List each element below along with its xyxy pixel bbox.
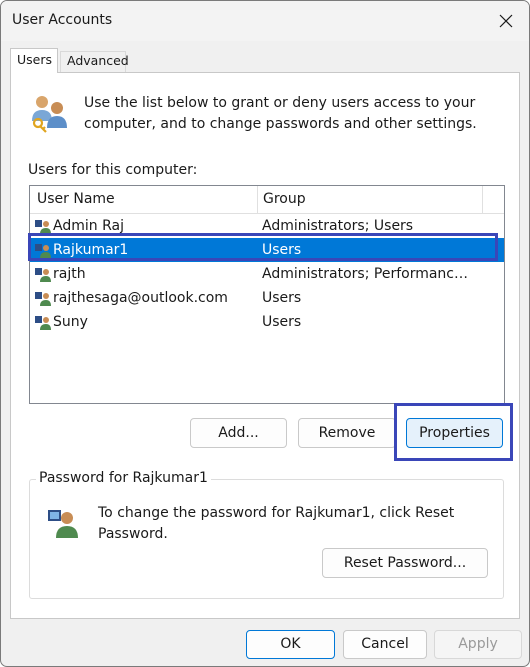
user-group: Users: [262, 314, 302, 330]
title-bar: User Accounts: [1, 1, 529, 41]
close-icon: [499, 14, 513, 28]
cancel-button[interactable]: Cancel: [343, 630, 427, 659]
list-item[interactable]: rajth Administrators; Performance L...: [30, 262, 504, 286]
column-header-username[interactable]: User Name: [37, 186, 253, 213]
remove-button[interactable]: Remove: [298, 418, 396, 448]
users-keys-icon: [32, 96, 67, 133]
users-list[interactable]: User Name Group Admin Raj Administrators…: [29, 185, 505, 404]
password-group-title: Password for Rajkumar1: [36, 470, 211, 486]
user-name: Suny: [53, 314, 88, 330]
column-header-group[interactable]: Group: [263, 186, 488, 213]
list-item-selected[interactable]: Rajkumar1 Users: [30, 238, 504, 262]
list-item[interactable]: rajthesaga@outlook.com Users: [30, 286, 504, 310]
add-button[interactable]: Add...: [190, 418, 287, 448]
properties-button[interactable]: Properties: [406, 418, 503, 448]
user-name: rajth: [53, 266, 86, 282]
user-name: Rajkumar1: [53, 242, 129, 258]
user-group: Users: [262, 242, 302, 258]
intro-text: Use the list below to grant or deny user…: [84, 95, 477, 132]
user-icon: [35, 220, 51, 234]
list-item[interactable]: Suny Users: [30, 310, 504, 334]
user-name: Admin Raj: [53, 218, 124, 234]
user-icon: [35, 268, 51, 282]
user-password-icon: [48, 510, 78, 538]
close-button[interactable]: [483, 1, 529, 41]
user-group: Administrators; Users: [262, 218, 414, 234]
column-divider[interactable]: [257, 186, 258, 213]
user-group: Administrators; Performance L...: [262, 266, 474, 282]
tab-advanced[interactable]: Advanced: [60, 51, 129, 72]
password-group: Password for Rajkumar1 To change the pas…: [29, 470, 504, 599]
ok-button[interactable]: OK: [246, 630, 335, 659]
window-title: User Accounts: [12, 12, 113, 28]
reset-password-button[interactable]: Reset Password...: [322, 548, 488, 578]
list-item[interactable]: Admin Raj Administrators; Users: [30, 214, 504, 238]
users-tab-panel: Use the list below to grant or deny user…: [10, 72, 520, 619]
password-instructions: To change the password for Rajkumar1, cl…: [98, 505, 455, 542]
user-group: Users: [262, 290, 302, 306]
user-accounts-window: User Accounts Users Advanced Use the lis…: [0, 0, 530, 667]
user-name: rajthesaga@outlook.com: [53, 290, 228, 306]
list-header: User Name Group: [30, 186, 504, 214]
column-divider[interactable]: [482, 186, 483, 213]
users-list-label: Users for this computer:: [28, 162, 198, 178]
user-icon: [35, 292, 51, 306]
user-icon: [35, 316, 51, 330]
user-icon: [35, 244, 51, 258]
apply-button: Apply: [434, 630, 522, 659]
tab-users[interactable]: Users: [10, 48, 58, 73]
